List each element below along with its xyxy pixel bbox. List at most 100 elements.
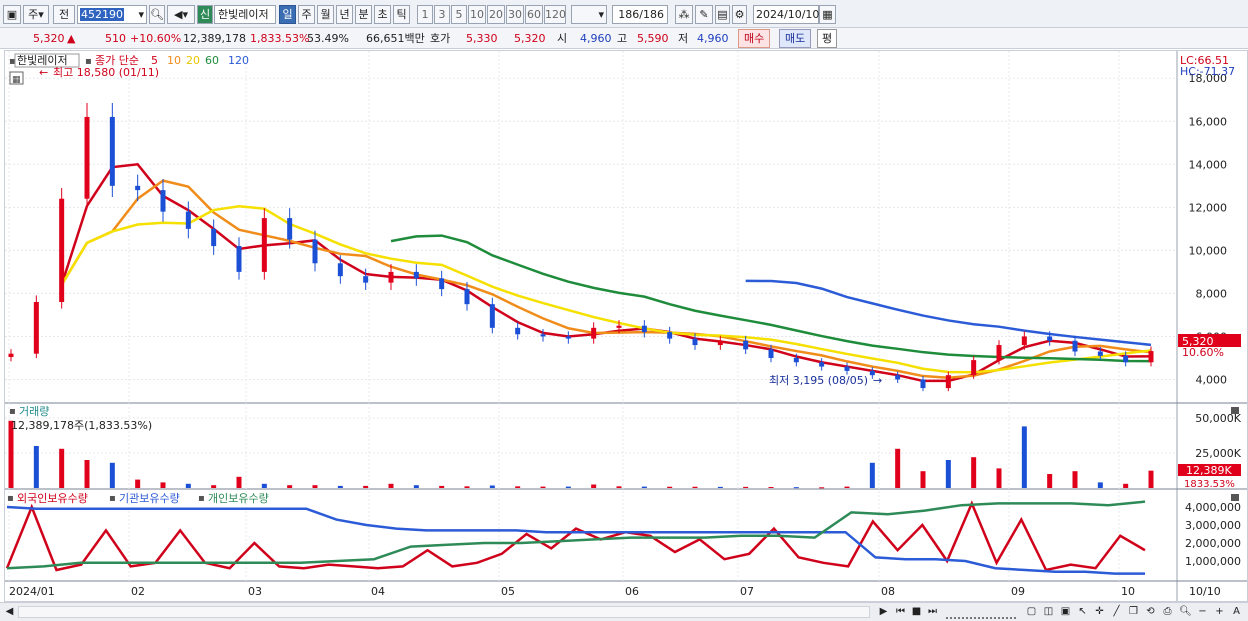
volume-bar: [869, 462, 875, 488]
link-icon[interactable]: ⁂: [675, 5, 693, 24]
date-input[interactable]: 2024/10/10: [753, 5, 819, 24]
candle-body: [641, 325, 647, 333]
panel-close-icon[interactable]: [1231, 494, 1239, 501]
volume-pct-tag: 1833.53%: [1184, 479, 1235, 490]
zoom-in-icon[interactable]: +: [1212, 605, 1227, 619]
interval-tab[interactable]: 년: [336, 5, 353, 24]
open-price: 4,960: [580, 32, 612, 45]
holding-line-0: [5, 500, 1146, 572]
current-price: 5,320: [33, 32, 65, 45]
candle-body: [743, 340, 749, 350]
panel-marker-icon: ▪: [7, 493, 14, 504]
candle-body: [667, 332, 673, 339]
x-axis-tick: 03: [248, 585, 262, 598]
x-axis-tick: 09: [1011, 585, 1025, 598]
interval-select[interactable]: ▾: [571, 5, 607, 24]
calendar-icon[interactable]: ▦: [819, 5, 836, 24]
volume-bar: [489, 485, 495, 488]
candle-body: [312, 239, 318, 264]
save-icon[interactable]: ▤: [715, 5, 730, 24]
ma-period-60: 60: [205, 54, 219, 67]
zoom-out-icon[interactable]: −: [1195, 605, 1210, 619]
chart-canvas[interactable]: 18,00016,00014,00012,00010,0008,0006,000…: [5, 51, 1247, 601]
settings-icon[interactable]: ⚙: [732, 5, 747, 24]
restore-icon[interactable]: ⟲: [1143, 605, 1158, 619]
volume-bar: [1123, 483, 1129, 488]
print-icon[interactable]: ⎙: [1160, 605, 1175, 619]
prev-button[interactable]: 전: [53, 5, 75, 24]
layout-icon-1[interactable]: ▢: [1024, 605, 1039, 619]
volume-bar: [236, 476, 242, 488]
chart-menu-icon[interactable]: ▣: [3, 5, 21, 24]
volume-bar: [135, 479, 141, 488]
minute-preset-button[interactable]: 10: [468, 5, 486, 24]
candle-body: [971, 360, 977, 376]
candle-body: [1047, 336, 1053, 341]
candle-body: [109, 116, 115, 186]
crosshair-icon[interactable]: ✛: [1092, 605, 1107, 619]
drawing-tool-icon[interactable]: ↖: [1075, 605, 1090, 619]
zoom-slider[interactable]: [946, 605, 1016, 619]
search-icon[interactable]: 🔍︎: [149, 5, 165, 24]
stock-code-value: 452190: [80, 8, 124, 21]
interval-tab[interactable]: 주: [298, 5, 315, 24]
sell-button[interactable]: 매도: [779, 29, 812, 48]
rewind-icon[interactable]: ⏮: [893, 605, 908, 619]
period-select[interactable]: 주▾: [23, 5, 49, 24]
minute-preset-button[interactable]: 5: [451, 5, 467, 24]
open-label: 시: [557, 32, 568, 45]
fast-forward-icon[interactable]: ⏭: [925, 605, 940, 619]
chart-scrollbar[interactable]: ◀ ▶ ⏮ ■ ⏭ ▢ ◫ ▣ ↖ ✛ ╱ ❐ ⟲ ⎙ 🔍︎ − + A: [0, 602, 1248, 621]
layout-icon-2[interactable]: ◫: [1041, 605, 1056, 619]
price-y-tick: 4,000: [1196, 373, 1228, 386]
minute-preset-button[interactable]: 3: [434, 5, 450, 24]
trade-amount: 66,651백만: [366, 32, 425, 45]
speaker-icon[interactable]: ◀▾: [167, 5, 195, 24]
low-annotation: 최저 3,195 (08/05): [769, 374, 868, 387]
minute-preset-button[interactable]: 60: [525, 5, 543, 24]
scroll-left-icon[interactable]: ◀: [2, 605, 17, 619]
price-y-tick: 8,000: [1196, 287, 1228, 300]
x-axis-right-label: 10/10: [1189, 585, 1221, 598]
font-size-icon[interactable]: A: [1229, 605, 1244, 619]
candle-body: [185, 211, 191, 229]
volume-bar: [84, 460, 90, 488]
stock-code-input[interactable]: 452190 ▾: [77, 5, 147, 24]
interval-tab[interactable]: 초: [374, 5, 391, 24]
chart-area[interactable]: 18,00016,00014,00012,00010,0008,0006,000…: [4, 50, 1248, 602]
x-axis-tick: 2024/01: [9, 585, 55, 598]
volume-bar: [439, 485, 445, 488]
panel-close-icon[interactable]: [1231, 407, 1239, 414]
minute-preset-button[interactable]: 1: [417, 5, 433, 24]
average-button[interactable]: 평: [817, 29, 838, 48]
interval-tab[interactable]: 분: [355, 5, 372, 24]
draw-tool-icon[interactable]: ✎: [695, 5, 713, 24]
count-display[interactable]: 186/186: [612, 5, 668, 24]
stock-name-label: 한빛레이저: [214, 5, 276, 24]
scroll-track[interactable]: [18, 606, 870, 618]
interval-tab[interactable]: 일: [279, 5, 296, 24]
stop-icon[interactable]: ■: [909, 605, 924, 619]
minute-preset-button[interactable]: 120: [544, 5, 566, 24]
layout-icon-3[interactable]: ▣: [1058, 605, 1073, 619]
high-label: 고: [617, 32, 628, 45]
volume-bar: [945, 460, 951, 488]
interval-tab[interactable]: 틱: [393, 5, 410, 24]
volume-bars: [8, 420, 1154, 489]
volume-panel-title: 거래량: [19, 405, 49, 418]
volume-bar: [1097, 482, 1103, 488]
volume-bar: [211, 485, 217, 488]
copy-icon[interactable]: ❐: [1126, 605, 1141, 619]
chevron-down-icon[interactable]: ▾: [138, 6, 144, 23]
interval-tab[interactable]: 월: [317, 5, 334, 24]
candle-body: [1021, 336, 1027, 346]
magnifier-icon[interactable]: 🔍︎: [1178, 605, 1193, 619]
volume-bar: [388, 483, 394, 488]
candle-body: [84, 116, 90, 199]
holding-y-tick: 1,000,000: [1185, 555, 1241, 568]
line-tool-icon[interactable]: ╱: [1109, 605, 1124, 619]
minute-preset-button[interactable]: 20: [487, 5, 505, 24]
minute-preset-button[interactable]: 30: [506, 5, 524, 24]
buy-button[interactable]: 매수: [738, 29, 771, 48]
scroll-right-icon[interactable]: ▶: [876, 605, 891, 619]
